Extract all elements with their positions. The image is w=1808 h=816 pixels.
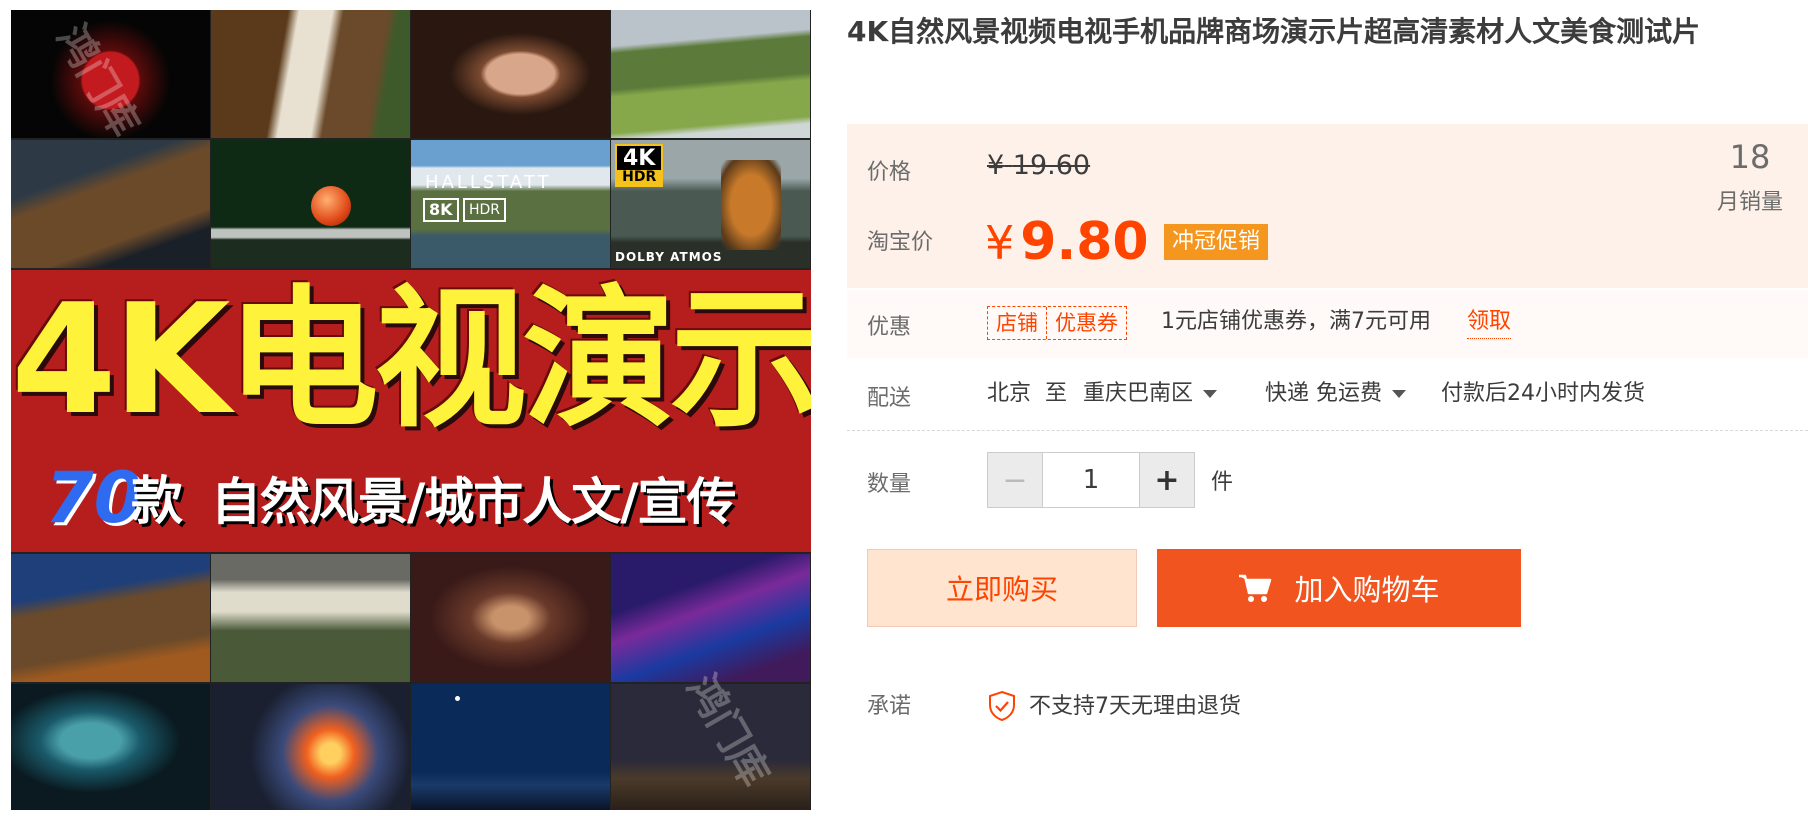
monthly-sales-count: 18: [1729, 138, 1771, 176]
badge-8k: 8K: [423, 198, 459, 222]
increase-quantity-button[interactable]: +: [1139, 453, 1194, 507]
promo-banner: 4K电视演示片 70 款 自然风景/城市人文/宣传: [11, 270, 811, 552]
currency-symbol: ¥: [987, 150, 1005, 181]
add-to-cart-button[interactable]: 加入购物车: [1157, 549, 1521, 627]
quantity-input[interactable]: [1043, 453, 1139, 507]
currency-symbol: ¥: [985, 216, 1015, 270]
banner-tags: 自然风景/城市人文/宣传: [211, 473, 737, 531]
decrease-quantity-button[interactable]: −: [988, 453, 1043, 507]
tile-fire: [211, 684, 410, 810]
cart-icon: [1239, 574, 1272, 602]
promise-label: 承诺: [867, 694, 912, 719]
banner-count-suffix: 款: [131, 472, 184, 532]
banner-title: 4K电视演示片: [11, 271, 811, 448]
destination-value: 重庆巴南区: [1083, 381, 1194, 406]
tile-chameleon: [11, 684, 210, 810]
coupon-description: 1元店铺优惠券，满7元可用: [1161, 309, 1431, 334]
quantity-unit: 件: [1211, 470, 1234, 495]
tile-crystal: [611, 554, 810, 682]
badge-hdr: HDR: [463, 198, 507, 222]
coupon-label: 优惠: [867, 315, 912, 340]
tile-meadow: [611, 10, 810, 138]
banner-subtitle: 70 款 自然风景/城市人文/宣传: [11, 458, 811, 538]
tile-cabin: [11, 140, 210, 268]
ship-from: 北京: [987, 381, 1032, 406]
coupon-tag-coupon: 优惠券: [1046, 307, 1126, 339]
coupon-row: 优惠 店铺 优惠券 1元店铺优惠券，满7元可用 领取: [847, 290, 1808, 358]
tile-starry-sky: [611, 684, 810, 810]
tile-robot: 4K HDR DOLBY ATMOS: [611, 140, 810, 268]
promise-text: 不支持7天无理由退货: [1029, 694, 1241, 719]
price-label: 价格: [867, 160, 912, 185]
badge-4k-hdr: 4K HDR: [615, 144, 664, 187]
tile-night-city: [411, 684, 610, 810]
tile-hallstatt: HALLSTATT 8K HDR: [411, 140, 610, 268]
coupon-tag-store: 店铺: [996, 311, 1038, 335]
buy-now-label: 立即购买: [945, 573, 1058, 606]
hallstatt-text: HALLSTATT: [425, 172, 552, 193]
ship-time: 付款后24小时内发货: [1441, 381, 1645, 406]
product-image[interactable]: HALLSTATT 8K HDR 4K HDR DOLBY ATMOS 4K电视…: [11, 10, 811, 810]
taobao-price-label: 淘宝价: [867, 230, 934, 255]
badge-4k-text: 4K: [623, 146, 656, 171]
badge-hdr-text: HDR: [617, 170, 662, 185]
price-panel: 价格 ¥ 19.60 淘宝价 ¥9.80 冲冠促销 18 月销量: [847, 124, 1808, 288]
chevron-down-icon: [1392, 390, 1406, 398]
coupon-tag[interactable]: 店铺 优惠券: [987, 306, 1127, 340]
tile-waterfall: [211, 10, 410, 138]
tile-child: [411, 554, 610, 682]
original-price-value: 19.60: [1012, 150, 1091, 181]
delivery-label: 配送: [867, 386, 912, 411]
ship-to-word: 至: [1045, 381, 1068, 406]
shipping-method-select[interactable]: 快递 免运费: [1265, 378, 1406, 410]
banner-count: 70: [45, 457, 143, 539]
quantity-row: 数量 − + 件: [847, 452, 1808, 510]
original-price: ¥ 19.60: [987, 150, 1090, 181]
monthly-sales-label: 月销量: [1716, 190, 1783, 215]
promise-row: 承诺 不支持7天无理由退货: [847, 684, 1808, 724]
tile-portrait: [411, 10, 610, 138]
promo-tag: 冲冠促销: [1164, 224, 1269, 260]
destination-select[interactable]: 重庆巴南区: [1083, 378, 1218, 410]
shipping-method-value: 快递 免运费: [1265, 381, 1382, 406]
taobao-price: ¥9.80: [985, 212, 1149, 273]
tile-clouds: [211, 554, 410, 682]
tile-apple: [211, 140, 410, 268]
thumbnail-collage: HALLSTATT 8K HDR 4K HDR DOLBY ATMOS 4K电视…: [11, 10, 811, 810]
add-to-cart-label: 加入购物车: [1294, 573, 1440, 607]
dolby-text: DOLBY ATMOS: [615, 250, 723, 264]
tile-valley: [11, 554, 210, 682]
buy-now-button[interactable]: 立即购买: [867, 549, 1137, 627]
chevron-down-icon: [1203, 390, 1218, 398]
taobao-price-value: 9.80: [1020, 212, 1149, 272]
quantity-stepper: − +: [987, 452, 1195, 508]
shield-check-icon: [989, 690, 1015, 722]
delivery-row: 配送 北京 至 重庆巴南区 快递 免运费 付款后24小时内发货: [847, 358, 1808, 431]
quantity-label: 数量: [867, 472, 912, 497]
claim-coupon-link[interactable]: 领取: [1467, 306, 1512, 339]
product-title: 4K自然风景视频电视手机品牌商场演示片超高清素材人文美食测试片: [847, 15, 1701, 48]
tile-rose: [11, 10, 210, 138]
